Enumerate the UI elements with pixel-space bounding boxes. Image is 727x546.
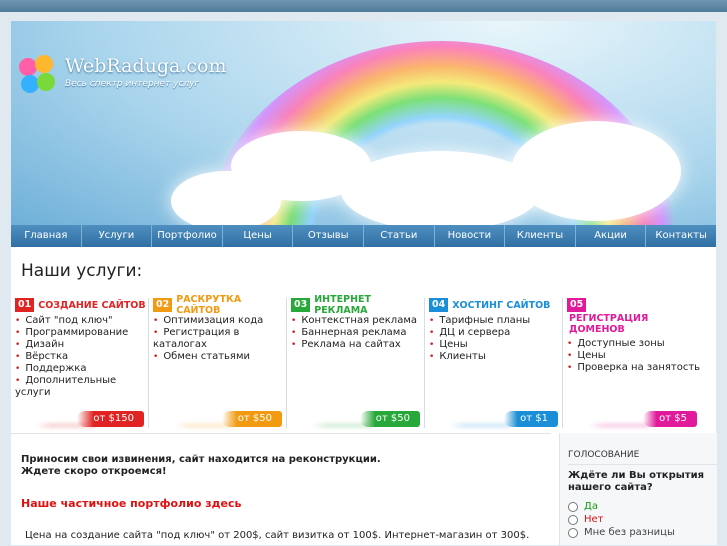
- service-link[interactable]: Клиенты: [429, 351, 562, 363]
- notice-text: Приносим свои извинения, сайт находится …: [21, 454, 381, 478]
- service-number: 01: [15, 298, 35, 312]
- cloud: [341, 151, 541, 225]
- service-link[interactable]: Реклама на сайтах: [291, 339, 424, 351]
- radio-button[interactable]: [568, 501, 578, 512]
- radio-button[interactable]: [568, 514, 578, 525]
- service-number: 02: [153, 298, 173, 312]
- notice-line: Приносим свои извинения, сайт находится …: [21, 454, 381, 465]
- service-number: 03: [291, 298, 311, 312]
- nav-item-articles[interactable]: Статьи: [364, 225, 435, 247]
- logo[interactable]: WebRaduga.com Весь спектр интернет услуг: [19, 55, 226, 95]
- service-title[interactable]: РАСКРУТКА САЙТОВ: [176, 294, 286, 316]
- nav-item-services[interactable]: Услуги: [82, 225, 153, 247]
- top-strip: [0, 0, 727, 12]
- poll-option[interactable]: Нет: [568, 513, 717, 526]
- price-button[interactable]: от $1: [504, 411, 558, 427]
- site-tagline: Весь спектр интернет услуг: [65, 79, 200, 89]
- poll-question: Ждёте ли Вы открытия нашего сайта?: [568, 470, 704, 493]
- service-link[interactable]: Цены: [567, 350, 701, 362]
- nav-item-reviews[interactable]: Отзывы: [293, 225, 364, 247]
- service-link[interactable]: Программирование: [15, 327, 148, 339]
- service-number: 04: [429, 298, 449, 312]
- price-button[interactable]: от $150: [77, 411, 144, 427]
- service-link[interactable]: Тарифные планы: [429, 315, 562, 327]
- service-number: 05: [567, 298, 587, 312]
- page: WebRaduga.com Весь спектр интернет услуг…: [11, 21, 717, 546]
- service-link[interactable]: Вёрстка: [15, 351, 148, 363]
- notice-line: Ждете скоро откроемся!: [21, 466, 167, 477]
- poll-title: ГОЛОСОВАНИЕ: [568, 450, 717, 465]
- service-column: 01СОЗДАНИЕ САЙТОВ Сайт "под ключ" Програ…: [11, 298, 149, 428]
- nav-item-portfolio[interactable]: Портфолио: [152, 225, 223, 247]
- cloud: [171, 171, 281, 225]
- site-title: WebRaduga.com: [65, 55, 227, 77]
- main-nav: Главная Услуги Портфолио Цены Отзывы Ста…: [11, 225, 716, 247]
- service-link[interactable]: Сайт "под ключ": [15, 315, 148, 327]
- service-link[interactable]: Регистрация в каталогах: [153, 327, 286, 351]
- service-link[interactable]: Контекстная реклама: [291, 315, 424, 327]
- service-link[interactable]: Доступные зоны: [567, 338, 701, 350]
- services-list: 01СОЗДАНИЕ САЙТОВ Сайт "под ключ" Програ…: [11, 294, 716, 428]
- nav-item-news[interactable]: Новости: [435, 225, 506, 247]
- service-link[interactable]: Оптимизация кода: [153, 315, 286, 327]
- service-link[interactable]: ДЦ и сервера: [429, 327, 562, 339]
- radio-button[interactable]: [568, 527, 578, 538]
- poll-option-label: Да: [584, 501, 598, 512]
- services-heading: Наши услуги:: [21, 261, 143, 281]
- pricing-text: Цена на создание сайта "под ключ" от 200…: [25, 530, 530, 541]
- service-link[interactable]: Баннерная реклама: [291, 327, 424, 339]
- nav-item-contacts[interactable]: Контакты: [646, 225, 716, 247]
- portfolio-link[interactable]: Наше частичное портфолио здесь: [21, 497, 241, 510]
- nav-item-home[interactable]: Главная: [11, 225, 82, 247]
- service-title[interactable]: ИНТЕРНЕТ РЕКЛАМА: [314, 294, 424, 316]
- service-title[interactable]: СОЗДАНИЕ САЙТОВ: [38, 300, 145, 311]
- poll-option[interactable]: Мне без разницы: [568, 526, 717, 539]
- poll-option-label: Мне без разницы: [584, 527, 675, 538]
- service-column: 02РАСКРУТКА САЙТОВ Оптимизация кода Реги…: [149, 294, 287, 428]
- price-button[interactable]: от $50: [221, 411, 282, 427]
- nav-item-prices[interactable]: Цены: [223, 225, 294, 247]
- nav-item-promotions[interactable]: Акции: [576, 225, 647, 247]
- service-link[interactable]: Поддержка: [15, 363, 148, 375]
- poll-option[interactable]: Да: [568, 500, 717, 513]
- service-link[interactable]: Цены: [429, 339, 562, 351]
- price-button[interactable]: от $50: [359, 411, 420, 427]
- service-title[interactable]: РЕГИСТРАЦИЯ ДОМЕНОВ: [569, 313, 701, 335]
- service-link[interactable]: Дополнительные услуги: [15, 375, 148, 399]
- service-title[interactable]: ХОСТИНГ САЙТОВ: [452, 300, 550, 311]
- flower-logo-icon: [19, 55, 59, 95]
- main-content: Приносим свои извинения, сайт находится …: [11, 433, 551, 546]
- service-link[interactable]: Обмен статьями: [153, 351, 286, 363]
- service-column: 03ИНТЕРНЕТ РЕКЛАМА Контекстная реклама Б…: [287, 294, 425, 428]
- service-link[interactable]: Проверка на занятость: [567, 362, 701, 374]
- cloud: [511, 121, 681, 221]
- service-column: 04ХОСТИНГ САЙТОВ Тарифные планы ДЦ и сер…: [425, 298, 563, 428]
- price-button[interactable]: от $5: [643, 411, 697, 427]
- poll-option-label: Нет: [584, 514, 604, 525]
- service-link[interactable]: Дизайн: [15, 339, 148, 351]
- poll-sidebar: ГОЛОСОВАНИЕ Ждёте ли Вы открытия нашего …: [559, 433, 717, 545]
- header-banner: WebRaduga.com Весь спектр интернет услуг: [11, 21, 716, 225]
- nav-item-clients[interactable]: Клиенты: [505, 225, 576, 247]
- service-column: 05РЕГИСТРАЦИЯ ДОМЕНОВ Доступные зоны Цен…: [563, 298, 701, 428]
